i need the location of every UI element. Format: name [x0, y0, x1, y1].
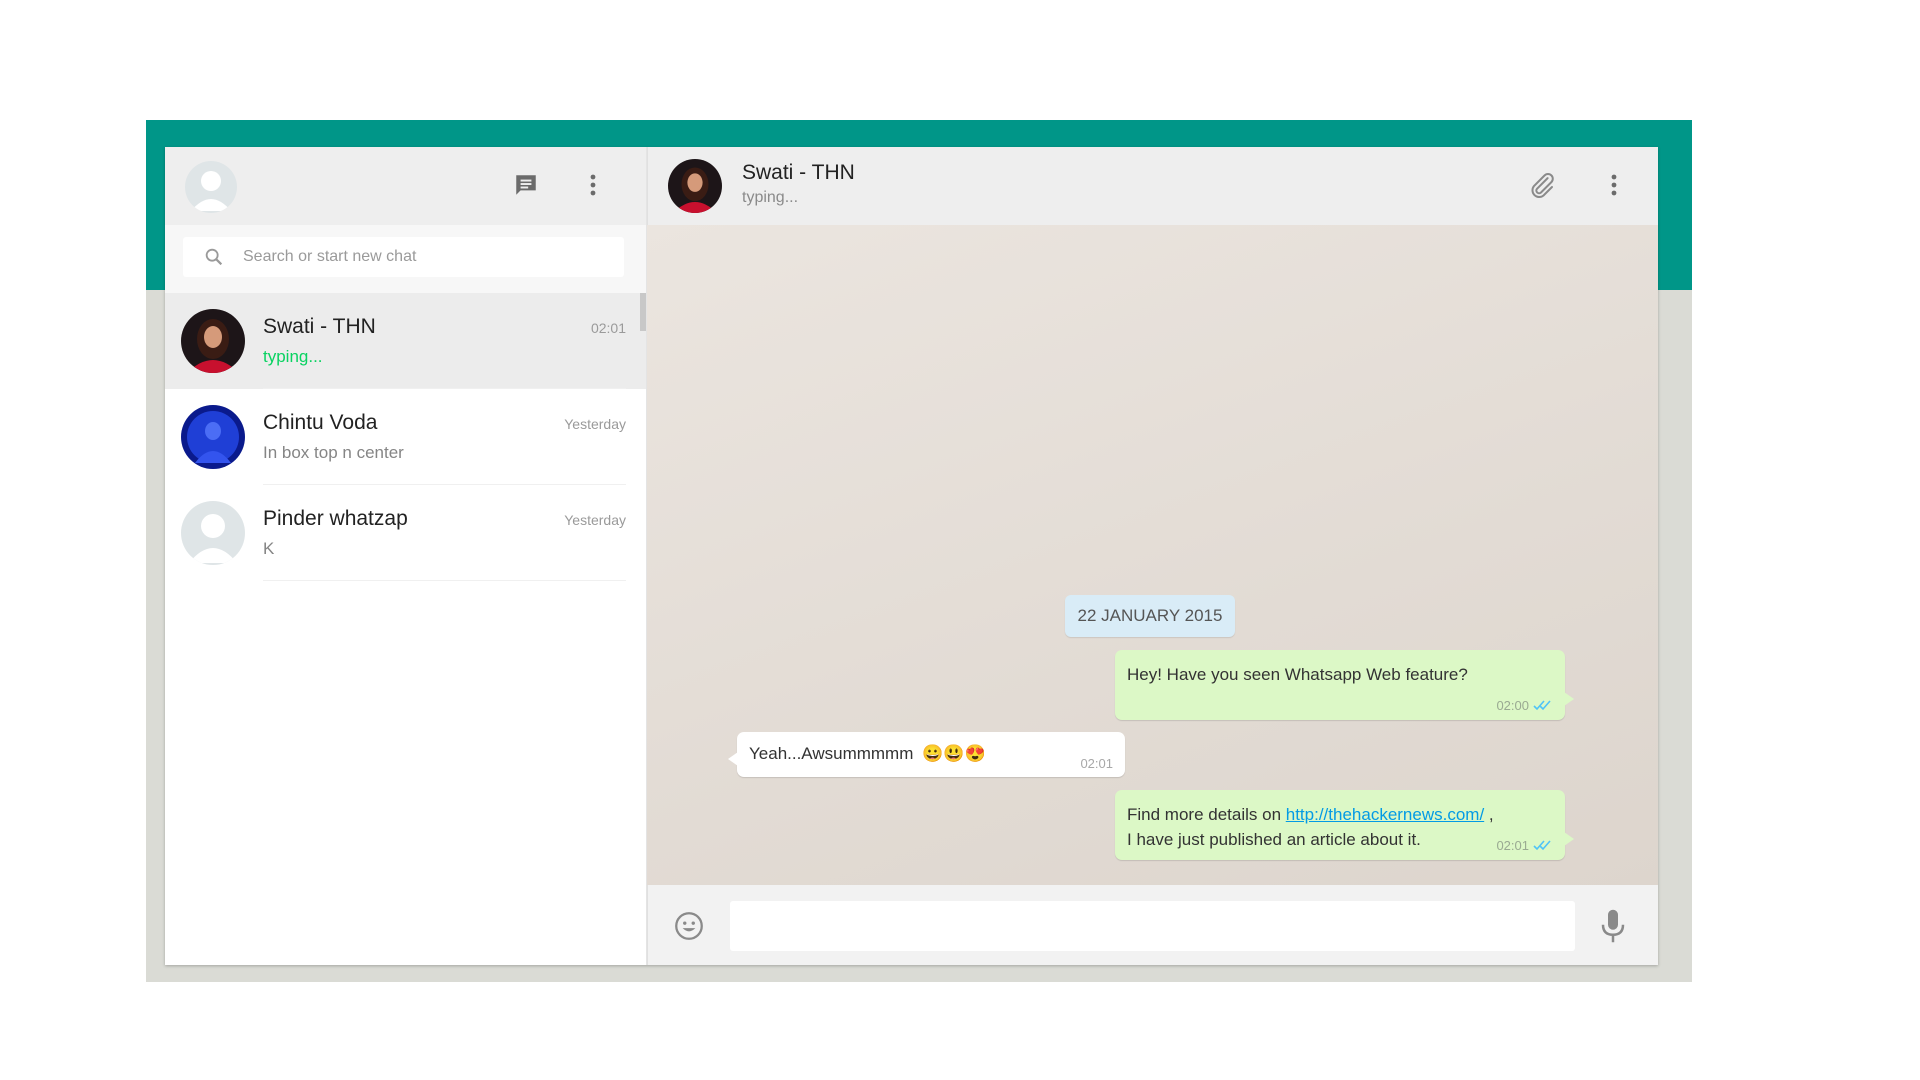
avatar [181, 501, 245, 565]
menu-dots-icon [1611, 174, 1617, 196]
chat-time: Yesterday [564, 512, 626, 528]
new-chat-icon [516, 175, 536, 195]
chat-item-pinder[interactable]: Pinder whatzap Yesterday K [165, 485, 646, 581]
chat-preview: In box top n center [263, 443, 404, 462]
message-text: Yeah...Awsummmmm 😀😃😍 [749, 744, 986, 763]
contact-name[interactable]: Swati - THN [742, 161, 855, 185]
default-avatar-icon [189, 514, 237, 563]
chat-name: Pinder whatzap [263, 507, 408, 530]
search-icon [205, 248, 223, 266]
search-area [165, 225, 646, 293]
attach-button[interactable] [1526, 169, 1558, 201]
chat-preview: typing... [263, 347, 323, 366]
whatsapp-web-window: Swati - THN 02:01 typing... Chintu Voda [165, 147, 1658, 965]
message-area: 22 JANUARY 2015 Hey! Have you seen Whats… [647, 225, 1658, 885]
search-input[interactable] [241, 247, 585, 267]
conversation-header: Swati - THN typing... [647, 147, 1658, 225]
message-text: Hey! Have you seen Whatsapp Web feature? [1127, 665, 1468, 684]
message-link[interactable]: http://thehackernews.com/ [1286, 805, 1484, 824]
chat-preview: K [263, 539, 275, 558]
conversation-menu-button[interactable] [1598, 169, 1630, 201]
chat-time: 02:01 [590, 320, 626, 336]
emoji-group: 😀😃😍 [922, 744, 986, 763]
sidebar-header [165, 147, 646, 225]
chat-item-swati[interactable]: Swati - THN 02:01 typing... [165, 293, 646, 389]
avatar [181, 309, 245, 373]
chat-item-chintu[interactable]: Chintu Voda Yesterday In box top n cente… [165, 389, 646, 485]
chat-name: Chintu Voda [263, 411, 378, 434]
compose-bar [647, 885, 1658, 965]
chat-name: Swati - THN [263, 315, 376, 338]
new-chat-button[interactable] [510, 169, 542, 201]
chat-time: Yesterday [564, 416, 626, 432]
date-divider: 22 JANUARY 2015 [1065, 595, 1235, 637]
double-check-icon [1533, 839, 1551, 850]
message-time: 02:01 [1496, 838, 1529, 853]
message-bubble-outgoing[interactable]: Find more details on http://thehackernew… [1115, 790, 1574, 860]
sidebar-menu-button[interactable] [577, 169, 609, 201]
conversation-panel: Swati - THN typing... 22 JANUARY 2015 He… [647, 147, 1658, 965]
sidebar: Swati - THN 02:01 typing... Chintu Voda [165, 147, 647, 965]
avatar [181, 405, 245, 469]
message-bubble-outgoing[interactable]: Hey! Have you seen Whatsapp Web feature?… [1115, 650, 1574, 720]
contact-status: typing... [742, 189, 799, 206]
search-box [183, 237, 624, 277]
message-bubble-incoming[interactable]: Yeah...Awsummmmm 😀😃😍 02:01 [728, 732, 1125, 777]
attach-icon [1531, 172, 1554, 198]
double-check-icon [1533, 699, 1551, 710]
mic-icon [1601, 909, 1625, 943]
message-text: Find more details on http://thehackernew… [1127, 805, 1494, 849]
chat-list-scrollbar[interactable] [640, 293, 646, 331]
message-input[interactable] [730, 901, 1575, 951]
contact-avatar[interactable] [668, 159, 722, 213]
my-avatar[interactable] [185, 161, 237, 213]
message-time: 02:00 [1496, 698, 1529, 713]
emoji-button[interactable] [672, 909, 706, 943]
chat-list: Swati - THN 02:01 typing... Chintu Voda [165, 293, 646, 581]
message-time: 02:01 [1080, 756, 1113, 771]
menu-dots-icon [590, 174, 596, 196]
voice-message-button[interactable] [1598, 907, 1628, 945]
emoji-icon [675, 912, 703, 940]
default-avatar-icon [191, 171, 231, 211]
